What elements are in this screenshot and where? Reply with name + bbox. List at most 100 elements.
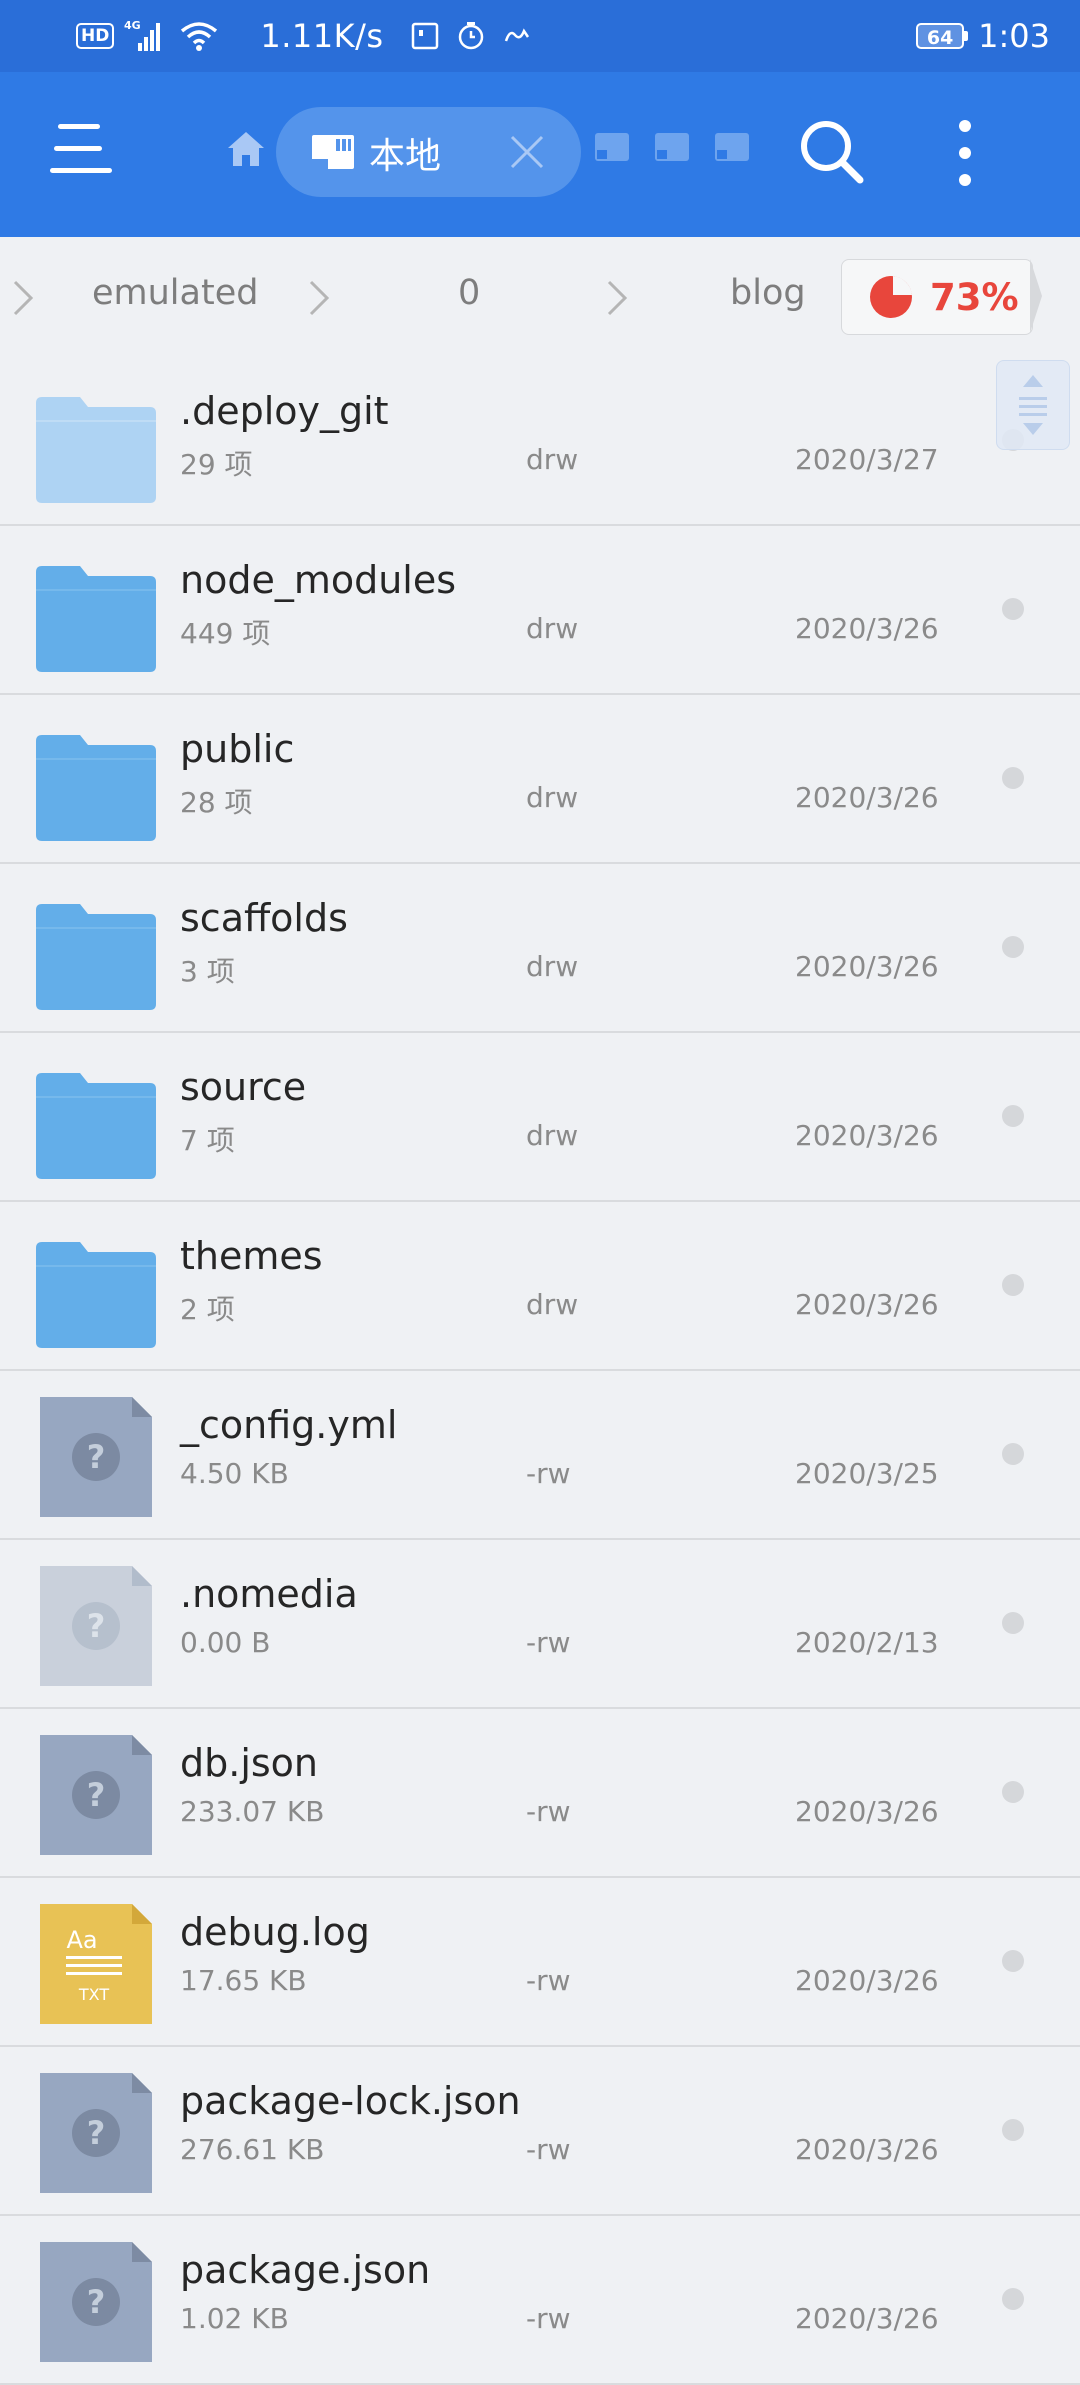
file-row[interactable]: Aa TXT debug.log 17.65 KB -rw 2020/3/26 [0, 1878, 1080, 2047]
breadcrumb-item-blog[interactable]: blog [730, 273, 806, 313]
file-date: 2020/3/26 [795, 612, 939, 645]
select-indicator[interactable] [1002, 2119, 1024, 2141]
file-name: source [180, 1065, 307, 1109]
unknown-file-icon: ? [36, 2073, 156, 2193]
file-date: 2020/3/26 [795, 1119, 939, 1152]
tab-drive-icon[interactable] [714, 132, 750, 166]
file-permissions: drw [526, 950, 579, 983]
chevron-right-icon [308, 280, 330, 320]
file-date: 2020/3/25 [795, 1457, 939, 1490]
unknown-file-icon: ? [36, 2242, 156, 2362]
file-row[interactable]: ? package-lock.json 276.61 KB -rw 2020/3… [0, 2047, 1080, 2216]
home-icon[interactable] [226, 130, 266, 172]
file-date: 2020/3/26 [795, 2302, 939, 2335]
select-indicator[interactable] [1002, 1443, 1024, 1465]
select-indicator[interactable] [1002, 1274, 1024, 1296]
file-name: package-lock.json [180, 2079, 521, 2123]
sd-card-icon [310, 133, 356, 175]
folder-icon [36, 1069, 156, 1179]
file-date: 2020/3/26 [795, 781, 939, 814]
select-indicator[interactable] [1002, 1612, 1024, 1634]
file-row[interactable]: source 7 项 drw 2020/3/26 [0, 1033, 1080, 1202]
file-row[interactable]: themes 2 项 drw 2020/3/26 [0, 1202, 1080, 1371]
close-icon[interactable] [508, 133, 546, 175]
tab-drive-icon[interactable] [654, 132, 690, 166]
select-indicator[interactable] [1002, 598, 1024, 620]
unknown-file-icon: ? [36, 1566, 156, 1686]
hd-badge: HD [76, 23, 115, 49]
file-name: scaffolds [180, 896, 348, 940]
select-indicator[interactable] [1002, 1105, 1024, 1127]
file-permissions: -rw [526, 1795, 571, 1828]
folder-icon [36, 1238, 156, 1348]
svg-text:?: ? [87, 1438, 106, 1476]
breadcrumb-item-0[interactable]: 0 [458, 273, 480, 313]
file-row[interactable]: ? _config.yml 4.50 KB -rw 2020/3/25 [0, 1371, 1080, 1540]
svg-text:?: ? [87, 1776, 106, 1814]
nfc-icon [502, 21, 532, 51]
folder-icon [36, 393, 156, 503]
file-row[interactable]: node_modules 449 项 drw 2020/3/26 [0, 526, 1080, 695]
file-item-count: 3 项 [180, 955, 235, 988]
file-row[interactable]: ? .nomedia 0.00 B -rw 2020/2/13 [0, 1540, 1080, 1709]
more-options-icon[interactable] [955, 120, 975, 192]
text-icon-label: Aa [66, 1926, 97, 1954]
file-date: 2020/3/26 [795, 1964, 939, 1997]
file-item-count: 233.07 KB [180, 1795, 325, 1828]
file-name: .deploy_git [180, 389, 389, 433]
select-indicator[interactable] [1002, 1950, 1024, 1972]
file-item-count: 17.65 KB [180, 1964, 307, 1997]
file-permissions: drw [526, 1119, 579, 1152]
storage-percent: 73% [930, 276, 1019, 319]
search-icon[interactable] [798, 118, 864, 188]
file-item-count: 2 项 [180, 1293, 235, 1326]
sim-icon [410, 21, 440, 51]
menu-icon[interactable] [50, 124, 114, 184]
storage-usage-badge[interactable]: 73% [841, 259, 1033, 335]
select-indicator[interactable] [1002, 2288, 1024, 2310]
file-item-count: 7 项 [180, 1124, 235, 1157]
tab-label: 本地 [369, 136, 442, 177]
chevron-right-icon [606, 280, 628, 320]
scroll-handle[interactable] [996, 360, 1070, 450]
select-indicator[interactable] [1002, 767, 1024, 789]
svg-text:?: ? [87, 1607, 106, 1645]
file-date: 2020/3/26 [795, 1288, 939, 1321]
clock: 1:03 [978, 17, 1050, 55]
file-date: 2020/3/26 [795, 950, 939, 983]
file-permissions: -rw [526, 2302, 571, 2335]
battery-icon: 64 [916, 23, 969, 49]
file-row[interactable]: ? package.json 1.02 KB -rw 2020/3/26 [0, 2216, 1080, 2385]
folder-icon [36, 731, 156, 841]
file-name: package.json [180, 2248, 431, 2292]
tab-drive-icon[interactable] [594, 132, 630, 166]
file-name: debug.log [180, 1910, 370, 1954]
breadcrumb: emulated 0 blog 73% [0, 237, 1080, 357]
file-row[interactable]: ? db.json 233.07 KB -rw 2020/3/26 [0, 1709, 1080, 1878]
file-row[interactable]: .deploy_git 29 项 drw 2020/3/27 [0, 357, 1080, 526]
chevron-right-icon [12, 280, 34, 320]
wifi-icon [180, 20, 218, 52]
tab-local[interactable]: 本地 [276, 107, 581, 197]
file-name: _config.yml [180, 1403, 398, 1447]
folder-icon [36, 900, 156, 1010]
text-icon-ext: TXT [78, 1985, 109, 2004]
select-indicator[interactable] [1002, 936, 1024, 958]
pie-chart-icon [868, 274, 914, 324]
file-item-count: 1.02 KB [180, 2302, 289, 2335]
file-item-count: 29 项 [180, 448, 253, 481]
breadcrumb-item-emulated[interactable]: emulated [92, 273, 258, 313]
file-permissions: -rw [526, 1457, 571, 1490]
file-permissions: drw [526, 1288, 579, 1321]
file-permissions: -rw [526, 1626, 571, 1659]
file-item-count: 28 项 [180, 786, 253, 819]
file-date: 2020/3/26 [795, 1795, 939, 1828]
file-permissions: drw [526, 781, 579, 814]
file-date: 2020/3/27 [795, 443, 939, 476]
select-indicator[interactable] [1002, 1781, 1024, 1803]
unknown-file-icon: ? [36, 1735, 156, 1855]
file-permissions: -rw [526, 1964, 571, 1997]
file-row[interactable]: scaffolds 3 项 drw 2020/3/26 [0, 864, 1080, 1033]
file-row[interactable]: public 28 项 drw 2020/3/26 [0, 695, 1080, 864]
file-item-count: 4.50 KB [180, 1457, 289, 1490]
